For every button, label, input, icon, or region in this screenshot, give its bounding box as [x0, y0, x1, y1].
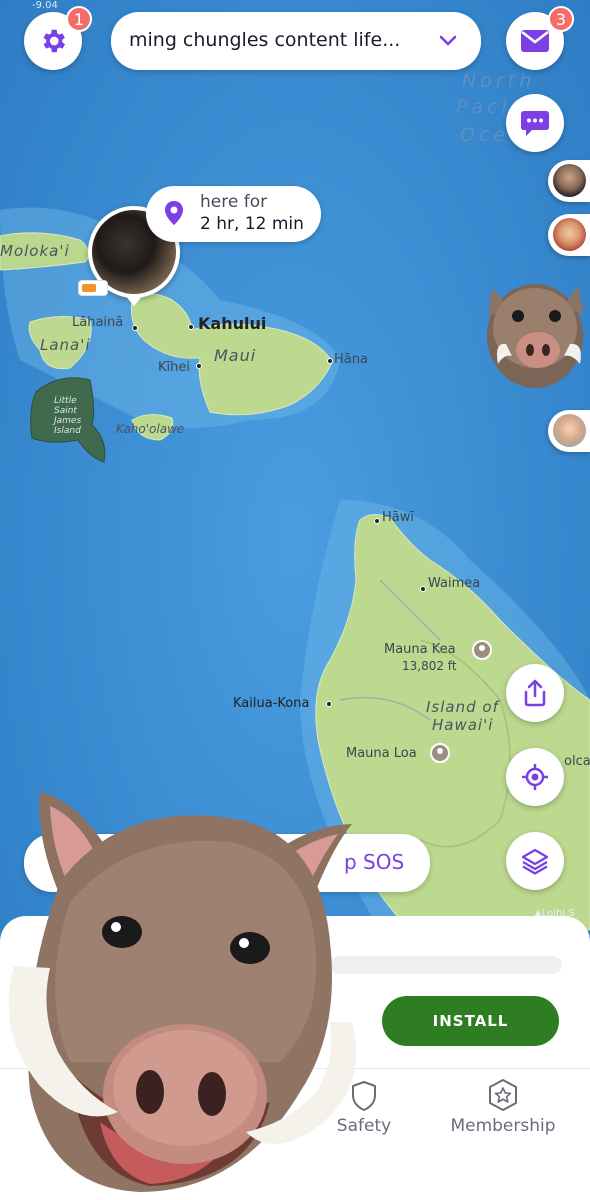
member-avatar-tab[interactable]: [548, 410, 590, 452]
kailua-kona-dot: [326, 701, 332, 707]
lahaina-label: Lāhainā: [72, 315, 124, 330]
promo-placeholder: [330, 956, 562, 974]
kihei-dot: [196, 363, 202, 369]
mauna-loa-label: Mauna Loa: [346, 746, 417, 761]
group-selector[interactable]: ming chungles content life...: [111, 12, 481, 70]
layers-icon: [521, 848, 549, 875]
kahului-label: Kahului: [198, 314, 267, 333]
avatar: [553, 218, 586, 251]
gear-icon: [43, 29, 65, 53]
maui-label: Maui: [214, 346, 257, 365]
avatar: [553, 414, 586, 447]
lahaina-dot: [132, 325, 138, 331]
share-button[interactable]: [506, 664, 564, 722]
waimea-dot: [420, 586, 426, 592]
mauna-kea-elevation: 13,802 ft: [402, 659, 457, 673]
messages-badge: 3: [548, 6, 574, 32]
group-name: ming chungles content life...: [129, 29, 401, 51]
nav-membership[interactable]: Membership: [448, 1078, 558, 1148]
kahoolawe-label: Kaho'olawe: [116, 422, 185, 436]
chat-bubble-icon: [521, 111, 549, 136]
boar-memoji-sticker: [8, 792, 357, 1192]
kahului-dot: [188, 324, 194, 330]
member-status-bubble: here for 2 hr, 12 min: [146, 186, 321, 242]
molokai-label: Moloka'i: [0, 242, 70, 260]
share-icon: [524, 679, 546, 707]
hana-label: Hāna: [334, 352, 368, 367]
chat-button[interactable]: [506, 94, 564, 152]
little-saint-james-label: Little Saint James Island: [54, 396, 82, 436]
island-of-hawaii-label: Island of: [426, 698, 499, 716]
lanai-label: Lana'i: [40, 336, 91, 354]
hana-dot: [327, 358, 333, 364]
ocean-label: North: [462, 70, 536, 92]
crosshair-icon: [522, 764, 548, 790]
island-of-hawaii-label: Hawai'i: [432, 716, 494, 734]
status-line-1: here for: [200, 192, 268, 212]
envelope-icon: [521, 30, 549, 52]
volcano-label: olca: [564, 754, 590, 769]
mountain-icon: [472, 640, 492, 660]
status-line-2: 2 hr, 12 min: [200, 214, 304, 234]
member-avatar-tab[interactable]: [548, 160, 590, 202]
nav-membership-label: Membership: [450, 1116, 556, 1136]
mountain-icon: [430, 743, 450, 763]
star-badge-icon: [489, 1079, 517, 1111]
map-layers-button[interactable]: [506, 832, 564, 890]
install-button[interactable]: INSTALL: [382, 996, 559, 1046]
boar-memoji-avatar[interactable]: [480, 268, 590, 398]
location-pin-icon: [165, 201, 183, 225]
waimea-label: Waimea: [428, 576, 481, 591]
hawi-label: Hāwī: [382, 510, 414, 525]
status-bar-text: -9.04: [32, 0, 58, 11]
kailua-kona-label: Kailua-Kona: [233, 696, 310, 711]
hawi-dot: [374, 518, 380, 524]
chevron-down-icon: [439, 35, 457, 46]
mauna-kea-label: Mauna Kea: [384, 642, 456, 657]
member-avatar-tab[interactable]: [548, 214, 590, 256]
settings-badge: 1: [66, 6, 92, 32]
avatar: [553, 164, 586, 197]
recenter-button[interactable]: [506, 748, 564, 806]
battery-icon: [78, 280, 108, 296]
kihei-label: Kīhei: [158, 360, 190, 375]
